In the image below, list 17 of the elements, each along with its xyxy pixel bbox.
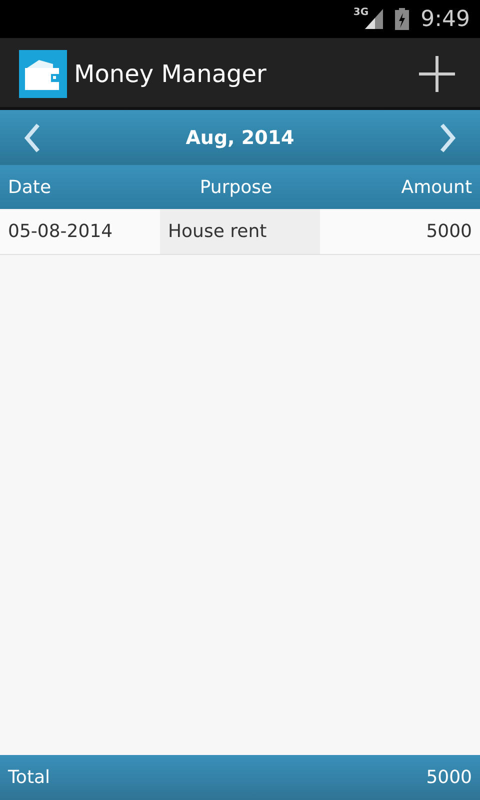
clock: 9:49 xyxy=(420,6,470,32)
column-header: Date xyxy=(7,176,52,198)
month-label: Aug, 2014 xyxy=(186,126,294,148)
table-cell[interactable]: 05-08-2014 xyxy=(0,209,160,254)
table-cell[interactable]: 5000 xyxy=(320,209,480,254)
wallet-icon xyxy=(19,50,67,98)
table-cell[interactable]: House rent xyxy=(160,209,320,254)
app-title: Money Manager xyxy=(74,60,268,88)
total-label: Total xyxy=(8,767,50,788)
next-icon[interactable] xyxy=(440,122,456,152)
column-header: Purpose xyxy=(198,176,274,198)
column-header: Amount xyxy=(400,176,474,198)
total-value: 5000 xyxy=(426,767,472,788)
network-type: 3G xyxy=(353,7,369,18)
add-icon[interactable] xyxy=(418,55,456,93)
previous-icon[interactable] xyxy=(24,122,40,152)
battery-icon xyxy=(394,8,409,30)
